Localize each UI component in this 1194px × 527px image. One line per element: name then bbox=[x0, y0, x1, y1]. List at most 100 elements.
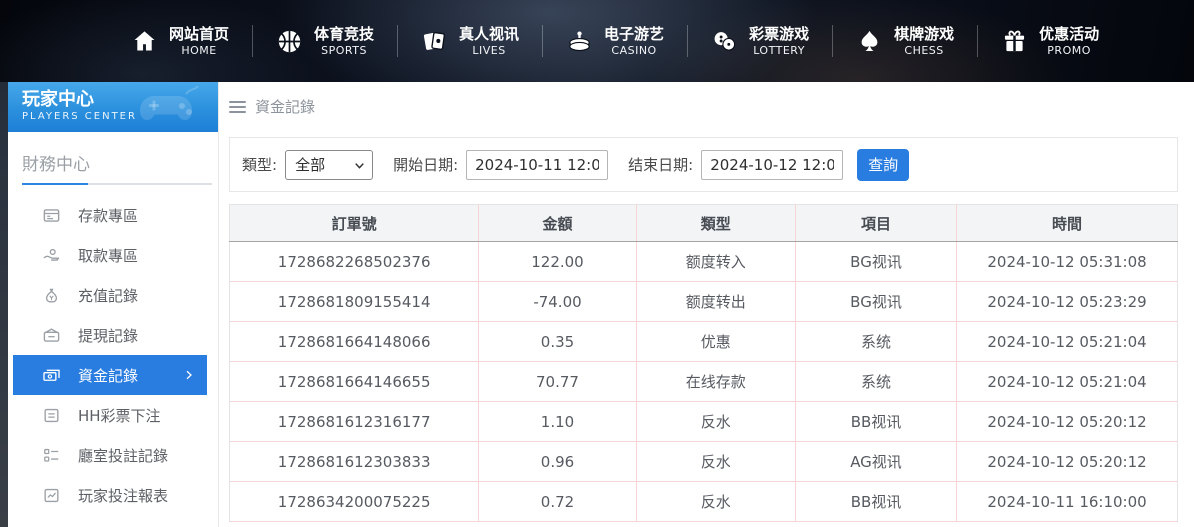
chevron-down-icon bbox=[353, 159, 366, 172]
playing-cards-icon bbox=[421, 28, 448, 55]
cell-type: 反水 bbox=[636, 402, 795, 442]
cell-time: 2024-10-12 05:21:04 bbox=[957, 322, 1178, 362]
lottery-balls-icon bbox=[711, 28, 738, 55]
nav-item-lives[interactable]: 真人视讯 LIVES bbox=[398, 25, 542, 58]
section-divider bbox=[22, 183, 212, 185]
withdraw-icon bbox=[42, 246, 61, 265]
cell-amount: 70.77 bbox=[479, 362, 636, 402]
end-date-input[interactable] bbox=[701, 150, 843, 180]
deposit-icon bbox=[42, 206, 61, 225]
table-row: 1728634200075225 0.72 反水 BB视讯 2024-10-11… bbox=[230, 482, 1178, 522]
table-row: 1728681664148066 0.35 优惠 系统 2024-10-12 0… bbox=[230, 322, 1178, 362]
sidebar-item-hh-lottery-bet[interactable]: HH彩票下注 bbox=[8, 395, 218, 435]
nav-label: 棋牌游戏 bbox=[894, 25, 954, 44]
hamburger-icon bbox=[229, 101, 246, 113]
nav-item-sports[interactable]: 体育竞技 SPORTS bbox=[253, 25, 397, 58]
cell-item: BG视讯 bbox=[795, 282, 956, 322]
sidebar-item-label: 玩家投注報表 bbox=[78, 485, 168, 506]
sidebar-menu: 財務中心 存款專區 取款專區 充值記錄 bbox=[8, 132, 218, 527]
nav-sublabel: HOME bbox=[181, 44, 216, 58]
type-label: 類型: bbox=[242, 154, 277, 175]
gamepad-icon bbox=[134, 86, 204, 130]
cell-type: 反水 bbox=[636, 442, 795, 482]
column-header-amount: 金額 bbox=[479, 205, 636, 242]
nav-label: 网站首页 bbox=[169, 25, 229, 44]
table-row: 1728681664146655 70.77 在线存款 系统 2024-10-1… bbox=[230, 362, 1178, 402]
sidebar-item-deposit[interactable]: 存款專區 bbox=[8, 195, 218, 235]
cell-type: 在线存款 bbox=[636, 362, 795, 402]
sidebar: 玩家中心 PLAYERS CENTER 財務中心 存款專區 bbox=[8, 82, 218, 527]
query-button[interactable]: 查詢 bbox=[857, 149, 909, 181]
nav-item-casino[interactable]: 电子游艺 CASINO bbox=[543, 25, 687, 58]
nav-item-promo[interactable]: 优惠活动 PROMO bbox=[978, 25, 1122, 58]
cell-amount: -74.00 bbox=[479, 282, 636, 322]
page-body: 玩家中心 PLAYERS CENTER 財務中心 存款專區 bbox=[0, 82, 1194, 527]
sidebar-item-withdraw[interactable]: 取款專區 bbox=[8, 235, 218, 275]
chevron-right-icon bbox=[183, 369, 195, 381]
cell-order-no: 1728682268502376 bbox=[230, 242, 479, 282]
sidebar-item-label: 提現記錄 bbox=[78, 325, 138, 346]
cell-time: 2024-10-12 05:20:12 bbox=[957, 402, 1178, 442]
cell-item: AG视讯 bbox=[795, 442, 956, 482]
nav-item-home[interactable]: 网站首页 HOME bbox=[108, 25, 252, 58]
sidebar-item-label: 存款專區 bbox=[78, 205, 138, 226]
table-row: 1728682268502376 122.00 额度转入 BG视讯 2024-1… bbox=[230, 242, 1178, 282]
cell-item: 系统 bbox=[795, 322, 956, 362]
basketball-icon bbox=[276, 28, 303, 55]
document-icon bbox=[42, 406, 61, 425]
table-row: 1728681809155414 -74.00 额度转出 BG视讯 2024-1… bbox=[230, 282, 1178, 322]
cell-time: 2024-10-11 16:10:00 bbox=[957, 482, 1178, 522]
table-header-row: 訂單號 金額 類型 項目 時間 bbox=[230, 205, 1178, 242]
cell-type: 额度转入 bbox=[636, 242, 795, 282]
cell-order-no: 1728634200075225 bbox=[230, 482, 479, 522]
top-navigation: 网站首页 HOME 体育竞技 SPORTS 真人视讯 LIVES bbox=[0, 0, 1194, 82]
nav-sublabel: LOTTERY bbox=[753, 44, 805, 58]
cell-order-no: 1728681612316177 bbox=[230, 402, 479, 442]
nav-label: 彩票游戏 bbox=[749, 25, 809, 44]
cell-amount: 0.72 bbox=[479, 482, 636, 522]
start-date-input[interactable] bbox=[466, 150, 608, 180]
roulette-icon bbox=[566, 28, 593, 55]
nav-label: 优惠活动 bbox=[1039, 25, 1099, 44]
cell-time: 2024-10-12 05:31:08 bbox=[957, 242, 1178, 282]
end-date-label: 结束日期: bbox=[628, 154, 693, 175]
type-select-value: 全部 bbox=[295, 154, 325, 175]
table-row: 1728681612316177 1.10 反水 BB视讯 2024-10-12… bbox=[230, 402, 1178, 442]
table-row: 1728681612303833 0.96 反水 AG视讯 2024-10-12… bbox=[230, 442, 1178, 482]
cell-time: 2024-10-12 05:23:29 bbox=[957, 282, 1178, 322]
cell-amount: 122.00 bbox=[479, 242, 636, 282]
nav-item-chess[interactable]: 棋牌游戏 CHESS bbox=[833, 25, 977, 58]
cell-amount: 0.35 bbox=[479, 322, 636, 362]
wallet-out-icon bbox=[42, 326, 61, 345]
funds-record-table: 訂單號 金額 類型 項目 時間 1728682268502376 122.00 … bbox=[229, 204, 1178, 522]
nav-item-lottery[interactable]: 彩票游戏 LOTTERY bbox=[688, 25, 832, 58]
sidebar-section-personal: 個人中心 bbox=[8, 519, 218, 527]
sidebar-item-funds-record[interactable]: 資金記錄 bbox=[13, 355, 207, 395]
filter-bar: 類型: 全部 開始日期: 结束日期: 查詢 bbox=[229, 137, 1178, 192]
cell-item: BB视讯 bbox=[795, 482, 956, 522]
sidebar-header: 玩家中心 PLAYERS CENTER bbox=[8, 82, 218, 132]
cell-order-no: 1728681809155414 bbox=[230, 282, 479, 322]
cell-order-no: 1728681612303833 bbox=[230, 442, 479, 482]
column-header-order-no: 訂單號 bbox=[230, 205, 479, 242]
money-bag-icon bbox=[42, 286, 61, 305]
cell-type: 优惠 bbox=[636, 322, 795, 362]
sidebar-item-bet-report[interactable]: 玩家投注報表 bbox=[8, 475, 218, 515]
breadcrumb: 資金記錄 bbox=[229, 96, 1178, 117]
nav-sublabel: PROMO bbox=[1047, 44, 1091, 58]
type-select[interactable]: 全部 bbox=[285, 150, 373, 180]
sidebar-section-finance: 財務中心 bbox=[8, 144, 218, 183]
cell-order-no: 1728681664148066 bbox=[230, 322, 479, 362]
sidebar-item-hall-bet-record[interactable]: 廳室投註記錄 bbox=[8, 435, 218, 475]
cell-type: 反水 bbox=[636, 482, 795, 522]
cell-item: BB视讯 bbox=[795, 402, 956, 442]
gift-icon bbox=[1001, 28, 1028, 55]
sidebar-item-label: HH彩票下注 bbox=[78, 405, 161, 426]
sidebar-item-recharge-record[interactable]: 充值記錄 bbox=[8, 275, 218, 315]
sidebar-item-label: 充值記錄 bbox=[78, 285, 138, 306]
cell-amount: 0.96 bbox=[479, 442, 636, 482]
sidebar-item-withdrawal-record[interactable]: 提現記錄 bbox=[8, 315, 218, 355]
start-date-label: 開始日期: bbox=[393, 154, 458, 175]
nav-label: 体育竞技 bbox=[314, 25, 374, 44]
nav-sublabel: CHESS bbox=[904, 44, 943, 58]
